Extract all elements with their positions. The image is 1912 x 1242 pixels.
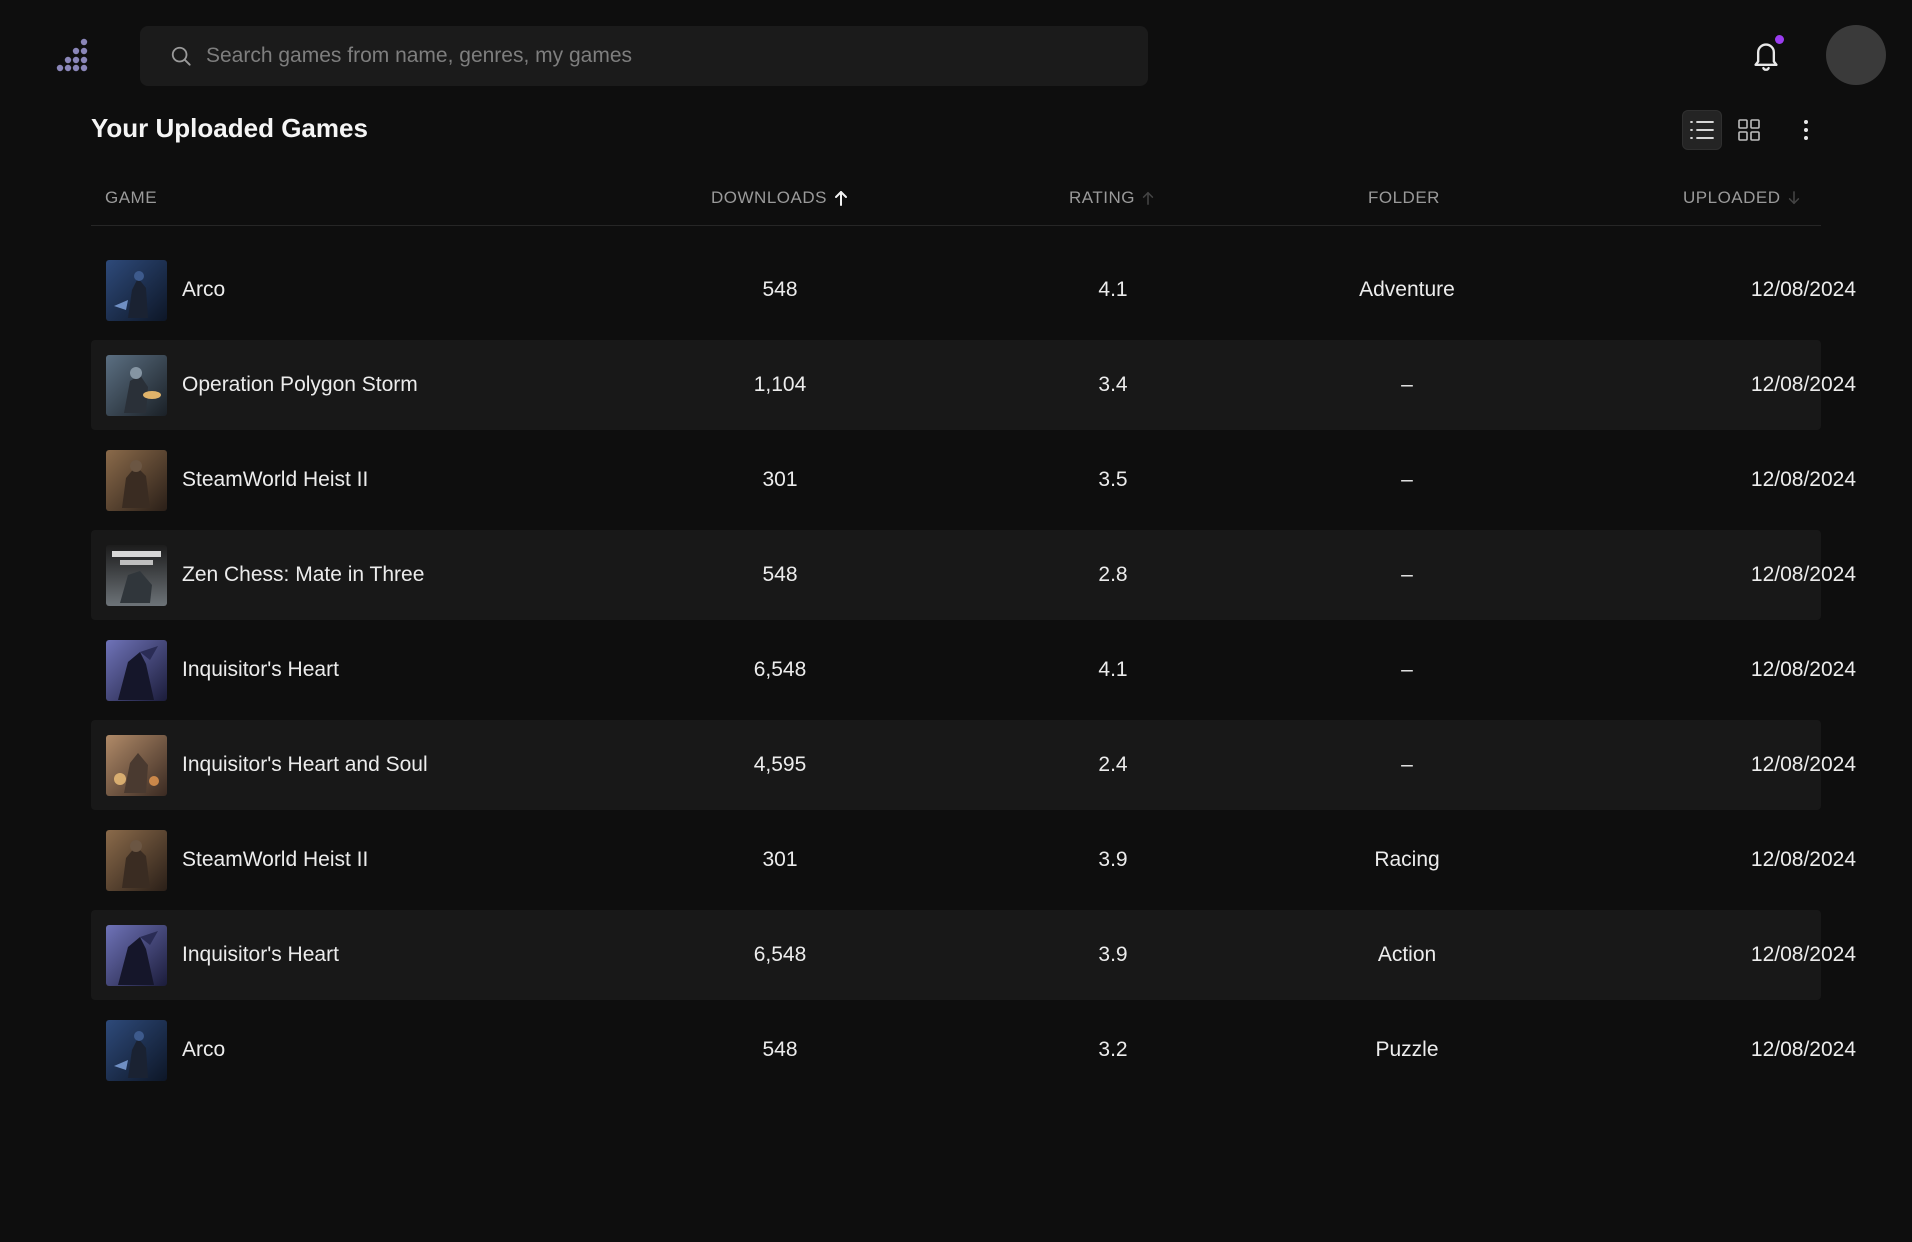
rating-value: 3.4: [1098, 373, 1128, 396]
folder-value: –: [1401, 563, 1413, 586]
rating-value: 3.2: [1098, 1038, 1128, 1061]
folder-value: Action: [1377, 943, 1437, 966]
grid-view-button[interactable]: [1729, 110, 1769, 150]
column-header-game[interactable]: GAME: [105, 188, 157, 208]
game-thumbnail: [106, 925, 167, 986]
column-header-label: GAME: [105, 188, 158, 207]
game-name: Zen Chess: Mate in Three: [182, 563, 425, 586]
table-row[interactable]: Inquisitor's Heart and Soul 4,595 2.4 – …: [91, 720, 1856, 810]
downloads-value: 548: [762, 278, 798, 301]
folder-value: –: [1401, 373, 1413, 396]
uploaded-date: 12/08/2024: [1750, 943, 1856, 966]
game-name: SteamWorld Heist II: [182, 468, 369, 491]
more-vertical-icon: [1804, 120, 1808, 140]
search-input[interactable]: [206, 44, 1106, 68]
uploaded-date: 12/08/2024: [1750, 563, 1856, 586]
column-header-downloads[interactable]: DOWNLOADS: [711, 188, 849, 208]
dots-logo-icon[interactable]: [56, 38, 90, 72]
downloads-value: 6,548: [753, 943, 807, 966]
downloads-value: 548: [762, 1038, 798, 1061]
game-name: Arco: [182, 278, 226, 301]
rating-value: 4.1: [1098, 278, 1128, 301]
table-row[interactable]: Zen Chess: Mate in Three 548 2.8 – 12/08…: [91, 530, 1856, 620]
table-row[interactable]: SteamWorld Heist II 301 3.5 – 12/08/2024: [91, 435, 1856, 525]
game-thumbnail: [106, 355, 167, 416]
game-name: SteamWorld Heist II: [182, 848, 369, 871]
downloads-value: 301: [762, 468, 798, 491]
downloads-value: 6,548: [753, 658, 807, 681]
downloads-value: 1,104: [753, 373, 807, 396]
game-thumbnail: [106, 1020, 167, 1081]
downloads-value: 4,595: [753, 753, 807, 776]
game-name: Inquisitor's Heart: [182, 658, 339, 681]
rating-value: 2.4: [1098, 753, 1128, 776]
game-thumbnail: [106, 450, 167, 511]
rating-value: 3.5: [1098, 468, 1128, 491]
table-row[interactable]: Inquisitor's Heart 6,548 3.9 Action 12/0…: [91, 910, 1856, 1000]
uploaded-date: 12/08/2024: [1750, 848, 1856, 871]
rating-value: 3.9: [1098, 848, 1128, 871]
column-header-label: FOLDER: [1368, 188, 1440, 207]
folder-value: Puzzle: [1375, 1038, 1439, 1061]
top-bar: [0, 0, 1912, 110]
table-row[interactable]: Arco 548 3.2 Puzzle 12/08/2024: [91, 1005, 1856, 1095]
rating-value: 2.8: [1098, 563, 1128, 586]
uploaded-date: 12/08/2024: [1750, 1038, 1856, 1061]
column-header-uploaded[interactable]: UPLOADED: [1683, 188, 1801, 208]
uploaded-date: 12/08/2024: [1750, 753, 1856, 776]
table-body: Arco 548 4.1 Adventure 12/08/2024 Operat…: [91, 245, 1856, 1095]
game-thumbnail: [106, 260, 167, 321]
table-header: GAME DOWNLOADS RATING FOLDER UPLOADED: [91, 178, 1821, 226]
rating-value: 3.9: [1098, 943, 1128, 966]
game-thumbnail: [106, 640, 167, 701]
rating-value: 4.1: [1098, 658, 1128, 681]
column-header-label: UPLOADED: [1683, 188, 1781, 207]
avatar[interactable]: [1826, 25, 1886, 85]
search-icon: [171, 46, 191, 66]
uploaded-date: 12/08/2024: [1750, 468, 1856, 491]
grid-view-icon: [1738, 119, 1760, 141]
uploaded-date: 12/08/2024: [1750, 373, 1856, 396]
table-row[interactable]: Arco 548 4.1 Adventure 12/08/2024: [91, 245, 1856, 335]
folder-value: Racing: [1374, 848, 1440, 871]
uploaded-date: 12/08/2024: [1750, 278, 1856, 301]
column-header-label: DOWNLOADS: [711, 188, 827, 207]
column-header-folder[interactable]: FOLDER: [1368, 188, 1440, 208]
list-view-button[interactable]: [1682, 110, 1722, 150]
notification-badge: [1775, 35, 1784, 44]
games-table: GAME DOWNLOADS RATING FOLDER UPLOADED Ar…: [91, 178, 1856, 1100]
more-options-button[interactable]: [1786, 110, 1826, 150]
table-row[interactable]: Operation Polygon Storm 1,104 3.4 – 12/0…: [91, 340, 1856, 430]
game-name: Inquisitor's Heart: [182, 943, 339, 966]
game-name: Operation Polygon Storm: [182, 373, 418, 396]
game-name: Arco: [182, 1038, 226, 1061]
folder-value: –: [1401, 468, 1413, 491]
folder-value: –: [1401, 658, 1413, 681]
search-bar[interactable]: [140, 26, 1148, 86]
downloads-value: 301: [762, 848, 798, 871]
game-thumbnail: [106, 545, 167, 606]
folder-value: –: [1401, 753, 1413, 776]
list-view-icon: [1690, 121, 1714, 139]
table-row[interactable]: SteamWorld Heist II 301 3.9 Racing 12/08…: [91, 815, 1856, 905]
column-header-label: RATING: [1069, 188, 1135, 207]
folder-value: Adventure: [1359, 278, 1455, 301]
sort-down-icon: [1788, 191, 1799, 205]
page-title: Your Uploaded Games: [91, 113, 368, 143]
game-name: Inquisitor's Heart and Soul: [182, 753, 428, 776]
uploaded-date: 12/08/2024: [1750, 658, 1856, 681]
sort-up-icon: [1142, 191, 1154, 205]
downloads-value: 548: [762, 563, 798, 586]
sort-ascending-icon: [834, 191, 847, 206]
game-thumbnail: [106, 735, 167, 796]
game-thumbnail: [106, 830, 167, 891]
table-row[interactable]: Inquisitor's Heart 6,548 4.1 – 12/08/202…: [91, 625, 1856, 715]
column-header-rating[interactable]: RATING: [1069, 188, 1155, 208]
